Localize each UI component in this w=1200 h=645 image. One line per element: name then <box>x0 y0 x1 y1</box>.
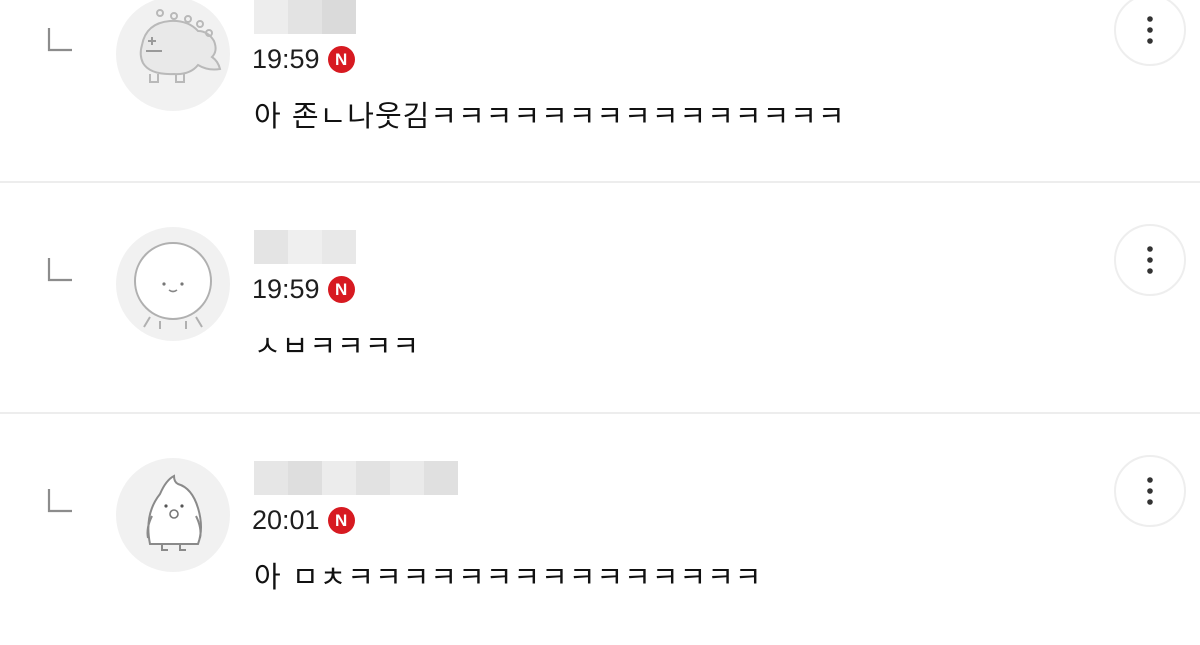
reply-item: 19:59 N ㅅㅂㅋㅋㅋㅋ <box>0 182 1200 414</box>
more-options-button[interactable] <box>1114 0 1186 66</box>
comment-text: 아 ㅁㅊㅋㅋㅋㅋㅋㅋㅋㅋㅋㅋㅋㅋㅋㅋㅋ <box>254 560 763 594</box>
comment-time: 19:59 <box>252 273 320 304</box>
reply-item: 20:01 N 아 ㅁㅊㅋㅋㅋㅋㅋㅋㅋㅋㅋㅋㅋㅋㅋㅋㅋ <box>0 413 1200 645</box>
author-name-redacted <box>254 461 458 495</box>
bird-avatar-icon <box>146 474 202 551</box>
round-face-avatar-icon <box>134 242 212 329</box>
dinosaur-avatar-icon <box>139 9 222 83</box>
comment-text: 아 존ㄴ나웃김ㅋㅋㅋㅋㅋㅋㅋㅋㅋㅋㅋㅋㅋㅋㅋ <box>254 99 846 133</box>
comment-meta: 19:59 N <box>252 274 355 304</box>
more-options-button[interactable] <box>1114 455 1186 527</box>
comment-time: 19:59 <box>252 43 320 74</box>
more-vertical-icon <box>1147 16 1153 44</box>
comment-meta: 19:59 N <box>252 44 355 74</box>
comment-time: 20:01 <box>252 504 320 535</box>
more-options-button[interactable] <box>1114 224 1186 296</box>
avatar[interactable] <box>116 227 230 341</box>
avatar[interactable] <box>116 0 230 111</box>
more-vertical-icon <box>1147 246 1153 274</box>
new-badge: N <box>327 275 355 303</box>
avatar[interactable] <box>116 458 230 572</box>
author-name-redacted <box>254 230 356 264</box>
more-vertical-icon <box>1147 477 1153 505</box>
new-badge: N <box>327 45 355 73</box>
reply-arrow-icon <box>47 489 72 513</box>
new-badge: N <box>327 506 355 534</box>
reply-item: 19:59 N 아 존ㄴ나웃김ㅋㅋㅋㅋㅋㅋㅋㅋㅋㅋㅋㅋㅋㅋㅋ <box>0 0 1200 184</box>
comment-text: ㅅㅂㅋㅋㅋㅋ <box>254 329 421 363</box>
reply-arrow-icon <box>47 258 72 282</box>
reply-arrow-icon <box>47 28 72 52</box>
author-name-redacted <box>254 0 356 34</box>
comment-meta: 20:01 N <box>252 505 355 535</box>
